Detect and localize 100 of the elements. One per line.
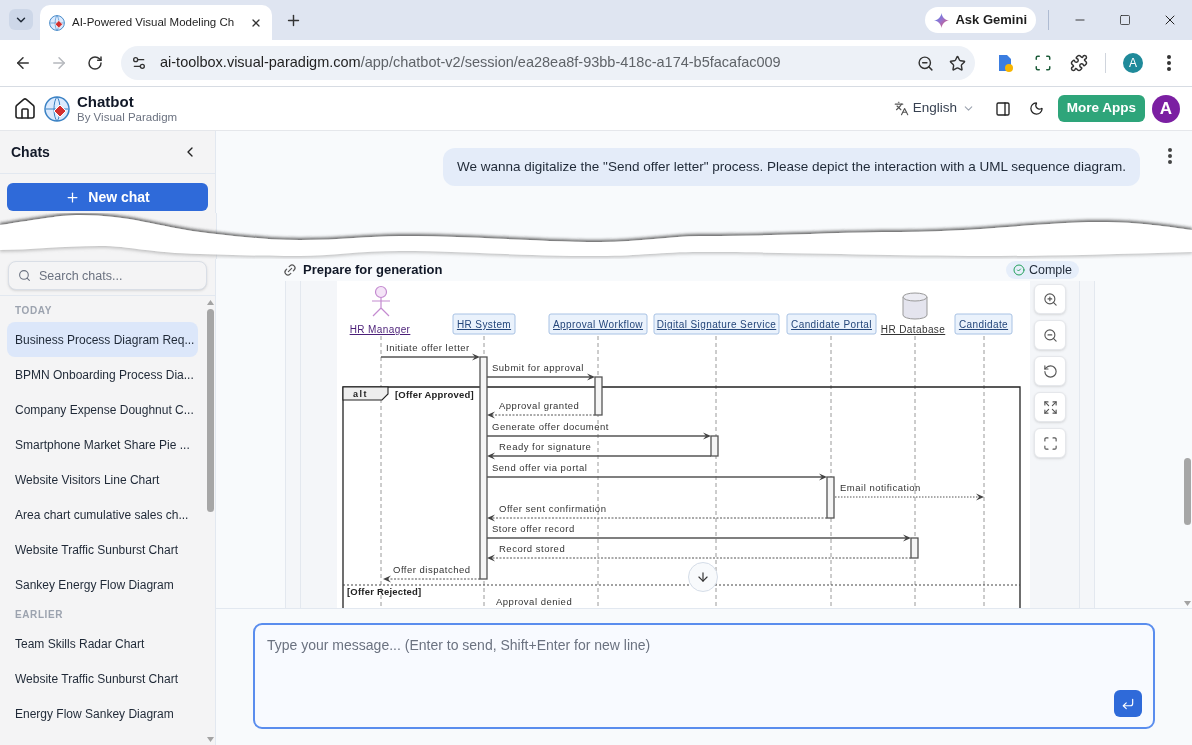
document-icon	[996, 54, 1014, 72]
group-heading: TODAY	[15, 303, 52, 318]
scrollbar-thumb[interactable]	[206, 309, 214, 512]
chat-list-item[interactable]: Website Visitors Line Chart	[7, 462, 198, 497]
chat-list-item[interactable]: Area chart cumulative sales ch...	[7, 497, 198, 532]
profile-avatar[interactable]: A	[1123, 53, 1143, 73]
message-label: Ready for signature	[499, 441, 592, 452]
group-heading: EARLIER	[15, 607, 64, 622]
sliders-icon	[131, 55, 147, 71]
participant-name: HR Database	[880, 324, 946, 335]
chat-list-item[interactable]: Team Skills Radar Chart	[7, 626, 198, 661]
zoom-out-icon	[1042, 327, 1058, 343]
fit-view-button[interactable]	[1034, 392, 1066, 422]
address-bar[interactable]: ai-toolbox.visual-paradigm.com/app/chatbot-v2/session/ea28ea8f-93bb-418c-a174-b5facafac009	[121, 46, 975, 80]
star-icon	[948, 54, 966, 72]
puzzle-icon	[1070, 54, 1088, 72]
home-icon	[13, 96, 37, 121]
reset-view-button[interactable]	[1034, 356, 1066, 386]
chat-list-item[interactable]: Business Process Diagram Req...	[7, 322, 198, 357]
chat-list-item[interactable]: Energy Flow Sankey Diagram	[7, 696, 198, 731]
scroll-down-button[interactable]	[688, 562, 718, 592]
chat-list-item[interactable]: BPMN Onboarding Process Dia...	[7, 357, 198, 392]
user-avatar[interactable]: A	[1152, 94, 1180, 123]
gemini-button[interactable]: Ask Gemini	[925, 7, 1036, 33]
sidebar-title: Chats	[11, 142, 50, 162]
activation-bar	[910, 537, 919, 559]
new-chat-button[interactable]: New chat	[7, 183, 208, 211]
status-badge: Comple	[1005, 261, 1079, 279]
fullscreen-button[interactable]	[1034, 428, 1066, 458]
chat-list-item[interactable]: Sankey Energy Flow Diagram	[7, 567, 198, 602]
enter-icon	[1121, 696, 1135, 711]
participant-box: HR System	[452, 313, 516, 335]
message-label: Approval denied	[496, 596, 573, 607]
step-label: Prepare for generation	[303, 261, 443, 280]
sparkle-icon	[934, 12, 950, 28]
message-label: Approval granted	[499, 400, 580, 411]
message-label: Submit for approval	[492, 362, 584, 373]
search-icon	[18, 269, 31, 282]
language-selector[interactable]: English	[893, 98, 975, 119]
fullscreen-icon	[1042, 435, 1058, 451]
send-button[interactable]	[1114, 690, 1142, 717]
chat-list-item[interactable]: Website Traffic Sunburst Chart	[7, 661, 198, 696]
plus-icon	[65, 189, 81, 205]
message-label: Offer dispatched	[393, 564, 471, 575]
dark-mode-button[interactable]	[1027, 99, 1045, 118]
reload-icon	[87, 55, 103, 71]
operator-label: alt	[342, 386, 389, 401]
globe-logo-icon	[44, 95, 70, 122]
rotate-left-icon	[1042, 363, 1058, 379]
app-title: Chatbot	[77, 93, 135, 110]
caret-down-icon	[206, 737, 214, 742]
message-label: Send offer via portal	[492, 462, 588, 473]
caret-up-icon	[206, 300, 214, 305]
chat-list-item[interactable]: Website Traffic Sunburst Chart	[7, 532, 198, 567]
zoom-out-icon	[916, 54, 934, 72]
participant-box: Digital Signature Service	[653, 313, 780, 335]
check-circle-icon	[1012, 264, 1025, 276]
scan-icon	[1034, 54, 1052, 72]
more-options-icon	[1168, 148, 1172, 164]
tab-title: AI-Powered Visual Modeling Ch	[72, 14, 235, 30]
home-button[interactable]	[13, 96, 37, 121]
activation-bar	[594, 376, 603, 416]
panel-toggle-button[interactable]	[994, 99, 1012, 118]
translate-icon	[893, 101, 909, 116]
url-text: ai-toolbox.visual-paradigm.com/app/chatbot-v2/session/ea28ea8f-93bb-418c-a174-b5facafac009	[160, 53, 781, 73]
expand-arrows-icon	[1042, 399, 1058, 415]
chat-list-item[interactable]: Smartphone Market Share Pie ...	[7, 427, 198, 462]
participant-box: Candidate Portal	[786, 313, 877, 335]
search-field[interactable]: Search chats...	[8, 261, 207, 290]
activation-bar	[826, 476, 835, 519]
user-message-bubble: We wanna digitalize the "Send offer letter" process. Please depict the interaction with a UML sequence diagram.	[443, 148, 1140, 186]
zoom-in-button[interactable]	[1034, 284, 1066, 314]
scrollbar-thumb[interactable]	[1184, 458, 1191, 525]
message-label: Generate offer document	[492, 421, 609, 432]
message-label: Record stored	[499, 543, 566, 554]
message-label: Initiate offer letter	[386, 342, 470, 353]
chat-list-item[interactable]: Company Expense Doughnut C...	[7, 392, 198, 427]
browser-tab[interactable]: AI-Powered Visual Modeling Ch	[40, 5, 272, 40]
zoom-out-button[interactable]	[1034, 320, 1066, 350]
menu-icon	[1167, 55, 1171, 71]
activation-bar	[710, 435, 719, 457]
participant-name: HR Manager	[349, 324, 411, 335]
message-input[interactable]: Type your message... (Enter to send, Shift+Enter for new line)	[253, 623, 1155, 729]
stick-figure-icon	[371, 285, 391, 317]
app-subtitle: By Visual Paradigm	[77, 110, 178, 124]
globe-logo-icon	[49, 14, 65, 31]
panel-icon	[995, 100, 1011, 117]
tab-search-button[interactable]	[9, 9, 33, 30]
message-label: Store offer record	[492, 523, 575, 534]
participant-box: Candidate	[954, 313, 1013, 335]
arrow-right-icon	[50, 54, 68, 72]
zoom-in-icon	[1042, 291, 1058, 307]
message-label: Email notification	[840, 482, 921, 493]
guard-label: [Offer Rejected]	[347, 585, 422, 597]
cylinder-icon	[902, 292, 928, 320]
message-label: Offer sent confirmation	[499, 503, 607, 514]
caret-down-icon	[1184, 601, 1191, 606]
guard-label: [Offer Approved]	[395, 388, 474, 400]
arrow-down-icon	[696, 570, 710, 584]
moon-icon	[1028, 101, 1044, 116]
